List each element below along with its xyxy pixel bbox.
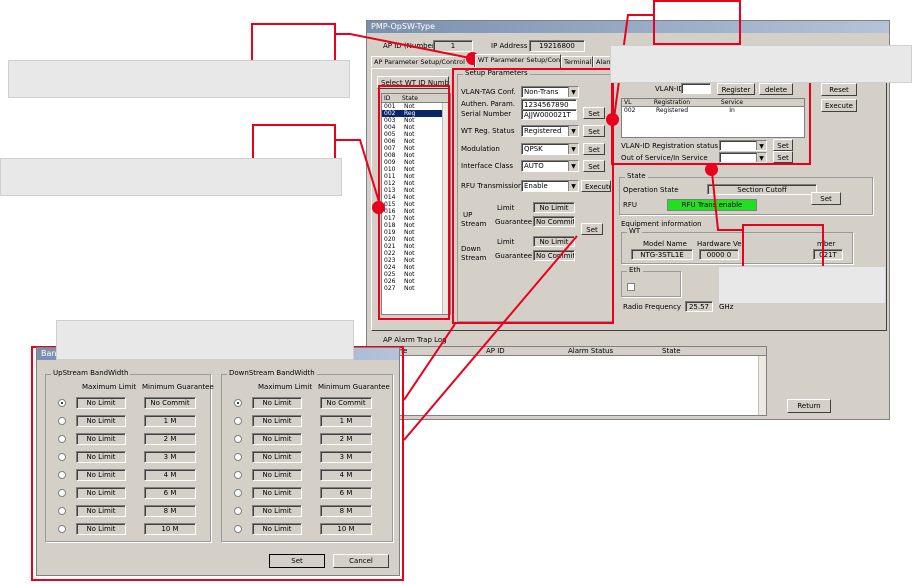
downstream-guarantee-field: 10 M [320,523,372,535]
downstream-limit-field: No Limit [252,451,302,463]
marker-dot-4 [705,163,718,176]
marker-dot-2 [372,201,385,214]
leader-line-2 [336,139,381,206]
downstream-limit-field: No Limit [252,469,302,481]
upstream-limit-field: No Limit [76,397,126,409]
downstream-min-header: Minimum Guarantee [318,383,390,391]
upstream-limit-field: No Limit [76,523,126,535]
downstream-guarantee-field: 8 M [320,505,372,517]
upstream-guarantee-field: No Commit [144,397,196,409]
upstream-limit-field: No Limit [76,469,126,481]
downstream-radio[interactable] [234,435,242,443]
upstream-guarantee-field: 1 M [144,415,196,427]
downstream-limit-field: No Limit [252,415,302,427]
upstream-guarantee-field: 8 M [144,505,196,517]
upstream-limit-field: No Limit [76,415,126,427]
downstream-radio[interactable] [234,471,242,479]
callout-box-4 [718,266,886,304]
callout-box-3 [610,45,912,83]
upstream-radio[interactable] [58,471,66,479]
leader-line-4 [711,171,742,231]
downstream-limit-field: No Limit [252,505,302,517]
upstream-radio[interactable] [58,525,66,533]
upstream-guarantee-field: 6 M [144,487,196,499]
downstream-radio[interactable] [234,525,242,533]
callout-box-1 [8,60,350,98]
upstream-max-header: Maximum Limit [82,383,137,391]
downstream-radio[interactable] [234,453,242,461]
tab-wt-parameter[interactable]: WT Parameter Setup/Control [475,54,561,68]
downstream-radio[interactable] [234,489,242,497]
downstream-limit-field: No Limit [252,433,302,445]
leader-line-1 [336,33,471,59]
downstream-title: DownStream BandWidth [227,369,317,377]
upstream-guarantee-field: 4 M [144,469,196,481]
upstream-limit-field: No Limit [76,505,126,517]
upstream-group: UpStream BandWidth Maximum Limit Minimum… [45,369,214,542]
upstream-guarantee-field: 10 M [144,523,196,535]
upstream-guarantee-field: 2 M [144,433,196,445]
upstream-limit-field: No Limit [76,487,126,499]
leader-line-6 [403,235,578,441]
downstream-radio[interactable] [234,507,242,515]
downstream-guarantee-field: 4 M [320,469,372,481]
upstream-radio[interactable] [58,435,66,443]
downstream-guarantee-field: 2 M [320,433,372,445]
upstream-guarantee-field: 3 M [144,451,196,463]
upstream-radio[interactable] [58,453,66,461]
marker-dot-3 [606,113,619,126]
upstream-min-header: Minimum Guarantee [142,383,214,391]
upstream-radio[interactable] [58,417,66,425]
downstream-limit-field: No Limit [252,523,302,535]
callout-box-2 [0,158,342,196]
downstream-guarantee-field: 3 M [320,451,372,463]
downstream-guarantee-field: 1 M [320,415,372,427]
downstream-guarantee-field: 6 M [320,487,372,499]
downstream-limit-field: No Limit [252,397,302,409]
downstream-max-header: Maximum Limit [258,383,313,391]
upstream-radio[interactable] [58,489,66,497]
upstream-limit-field: No Limit [76,451,126,463]
dialog-cancel-button[interactable]: Cancel [333,554,389,568]
dialog-set-button[interactable]: Set [269,554,325,568]
downstream-radio[interactable] [234,417,242,425]
downstream-guarantee-field: No Commit [320,397,372,409]
downstream-limit-field: No Limit [252,487,302,499]
upstream-limit-field: No Limit [76,433,126,445]
downstream-group: DownStream BandWidth Maximum Limit Minim… [221,369,393,542]
downstream-radio[interactable] [234,399,242,407]
upstream-title: UpStream BandWidth [51,369,131,377]
upstream-radio[interactable] [58,507,66,515]
callout-box-5 [56,320,354,360]
bandwidth-dialog: Band UpStream BandWidth Maximum Limit Mi… [36,347,400,576]
upstream-radio[interactable] [58,399,66,407]
